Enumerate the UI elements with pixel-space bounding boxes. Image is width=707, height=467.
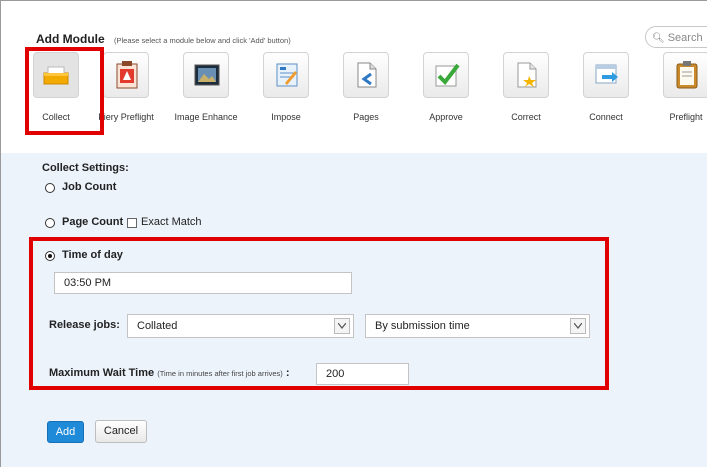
connect-icon <box>595 64 618 84</box>
page-count-radio[interactable] <box>45 218 55 228</box>
impose-icon <box>276 63 298 87</box>
add-button[interactable]: Add <box>47 421 84 443</box>
exact-match-label: Exact Match <box>141 216 202 228</box>
module-label: Image Enhance <box>174 112 238 122</box>
exact-match-checkbox[interactable] <box>127 218 137 228</box>
module-label: Preflight <box>669 112 703 122</box>
cancel-button[interactable]: Cancel <box>95 420 147 443</box>
settings-title: Collect Settings: <box>42 162 129 174</box>
page-title: Add Module <box>36 32 105 46</box>
time-settings-highlight-box <box>29 237 609 390</box>
correct-icon <box>517 62 537 88</box>
collect-highlight-box <box>25 47 104 135</box>
module-tile[interactable] <box>183 52 229 98</box>
search-input[interactable]: 🔍︎ Search <box>645 26 707 48</box>
module-label: Pages <box>353 112 379 122</box>
page-count-label: Page Count <box>62 216 124 228</box>
module-label: Approve <box>429 112 463 122</box>
module-label: Impose <box>271 112 301 122</box>
module-label: Correct <box>511 112 541 122</box>
module-tile[interactable] <box>103 52 149 98</box>
pages-icon <box>357 62 377 88</box>
dialog-title: Add Module (Please select a module below… <box>36 32 291 46</box>
job-count-radio[interactable] <box>45 183 55 193</box>
approve-checkmark-icon <box>435 63 460 87</box>
search-placeholder: Search <box>667 32 703 44</box>
module-tile[interactable] <box>663 52 707 98</box>
module-tile[interactable] <box>423 52 469 98</box>
module-tile[interactable] <box>503 52 549 98</box>
instruction-hint: (Please select a module below and click … <box>114 36 291 45</box>
module-tile[interactable] <box>263 52 309 98</box>
image-enhance-icon <box>194 64 220 86</box>
fiery-preflight-icon <box>116 61 138 89</box>
job-count-label: Job Count <box>62 181 117 193</box>
preflight-clipboard-icon <box>676 61 698 89</box>
module-label: Connect <box>589 112 623 122</box>
module-tile[interactable] <box>343 52 389 98</box>
search-icon: 🔍︎ <box>652 33 665 44</box>
module-tile[interactable] <box>583 52 629 98</box>
